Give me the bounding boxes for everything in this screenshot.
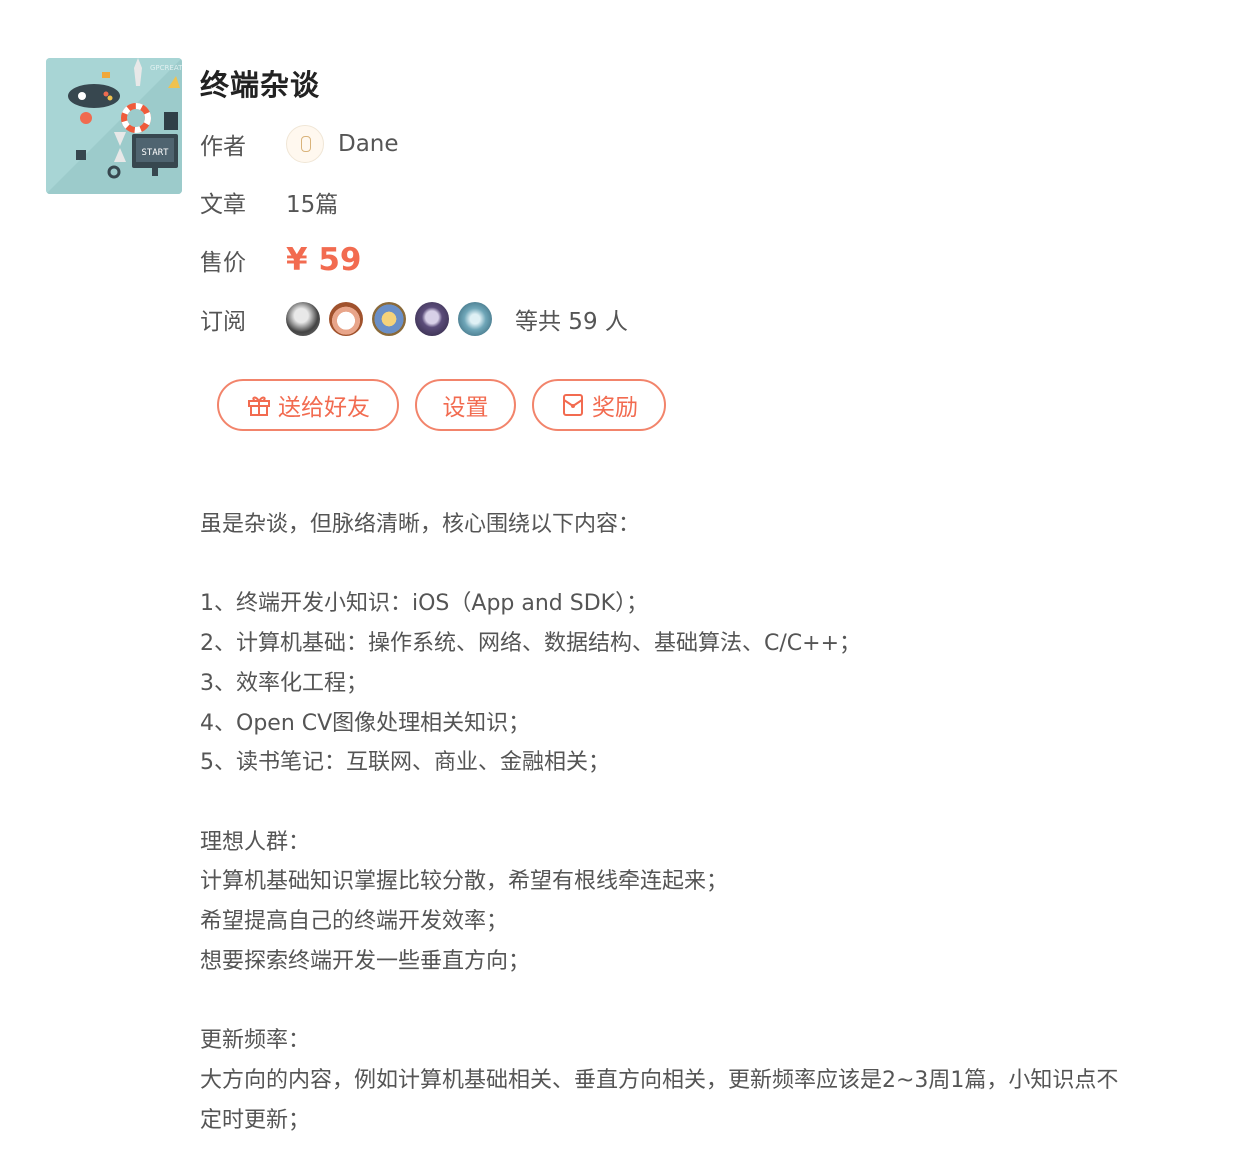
description-line: 5、读书笔记：互联网、商业、金融相关； — [200, 750, 610, 776]
gift-to-friend-button[interactable]: 送给好友 — [217, 379, 399, 431]
author-name[interactable]: Dane — [338, 131, 399, 157]
description-line — [200, 981, 1210, 1021]
author-row: 作者 Dane — [200, 124, 399, 164]
subscriber-avatar[interactable] — [372, 302, 406, 336]
price-value: ¥ 59 — [286, 242, 362, 278]
price-row: 售价 ¥ 59 — [200, 238, 362, 282]
settings-button[interactable]: 设置 — [415, 379, 516, 431]
description-line: 4、Open CV图像处理相关知识； — [200, 710, 531, 736]
subscriber-avatar[interactable] — [329, 302, 363, 336]
reward-button[interactable]: 奖励 — [532, 379, 666, 431]
articles-count: 15篇 — [286, 192, 339, 218]
description-line: 计算机基础知识掌握比较分散，希望有根线牵连起来； — [200, 869, 729, 895]
description-line: 想要探索终端开发一些垂直方向； — [200, 948, 531, 974]
gift-icon — [248, 396, 270, 416]
gift-button-label: 送给好友 — [278, 395, 370, 421]
column-description: 虽是杂谈，但脉络清晰，核心围绕以下内容： 1、终端开发小知识：iOS（App a… — [200, 505, 1210, 1140]
description-line: 定时更新； — [200, 1107, 311, 1133]
subscriber-avatar[interactable] — [286, 302, 320, 336]
description-line — [200, 783, 1210, 823]
description-line: 3、效率化工程； — [200, 670, 368, 696]
action-buttons: 送给好友 设置 奖励 — [217, 379, 682, 431]
subscribers-row: 订阅 等共 59 人 — [200, 298, 628, 340]
subscribers-count[interactable]: 等共 59 人 — [515, 302, 628, 336]
subscriber-avatars — [286, 302, 501, 336]
description-line: 虽是杂谈，但脉络清晰，核心围绕以下内容： — [200, 512, 641, 537]
svg-text:START: START — [141, 148, 169, 158]
author-label: 作者 — [200, 134, 246, 160]
articles-label: 文章 — [200, 192, 246, 218]
description-line: 1、终端开发小知识：iOS（App and SDK）； — [200, 591, 649, 617]
author-avatar[interactable] — [286, 125, 324, 163]
reward-button-label: 奖励 — [592, 395, 638, 421]
description-line: 大方向的内容，例如计算机基础相关、垂直方向相关，更新频率应该是2~3周1篇，小知… — [200, 1067, 1119, 1093]
subscriber-avatar[interactable] — [458, 302, 492, 336]
column-title: 终端杂谈 — [200, 68, 321, 102]
settings-button-label: 设置 — [442, 395, 489, 421]
cover-image: START GPCREAT — [46, 58, 182, 194]
description-line: 更新频率： — [200, 1028, 311, 1054]
description-line: 2、计算机基础：操作系统、网络、数据结构、基础算法、C/C++； — [200, 631, 862, 657]
description-line — [200, 545, 1210, 585]
subscribers-label: 订阅 — [200, 309, 246, 335]
subscriber-avatar[interactable] — [415, 302, 449, 336]
price-label: 售价 — [200, 250, 246, 276]
description-line: 希望提高自己的终端开发效率； — [200, 909, 509, 934]
articles-row: 文章 15篇 — [200, 182, 338, 222]
svg-text:GPCREAT: GPCREAT — [150, 64, 182, 72]
description-line: 理想人群： — [200, 829, 311, 855]
red-envelope-icon — [563, 394, 583, 416]
